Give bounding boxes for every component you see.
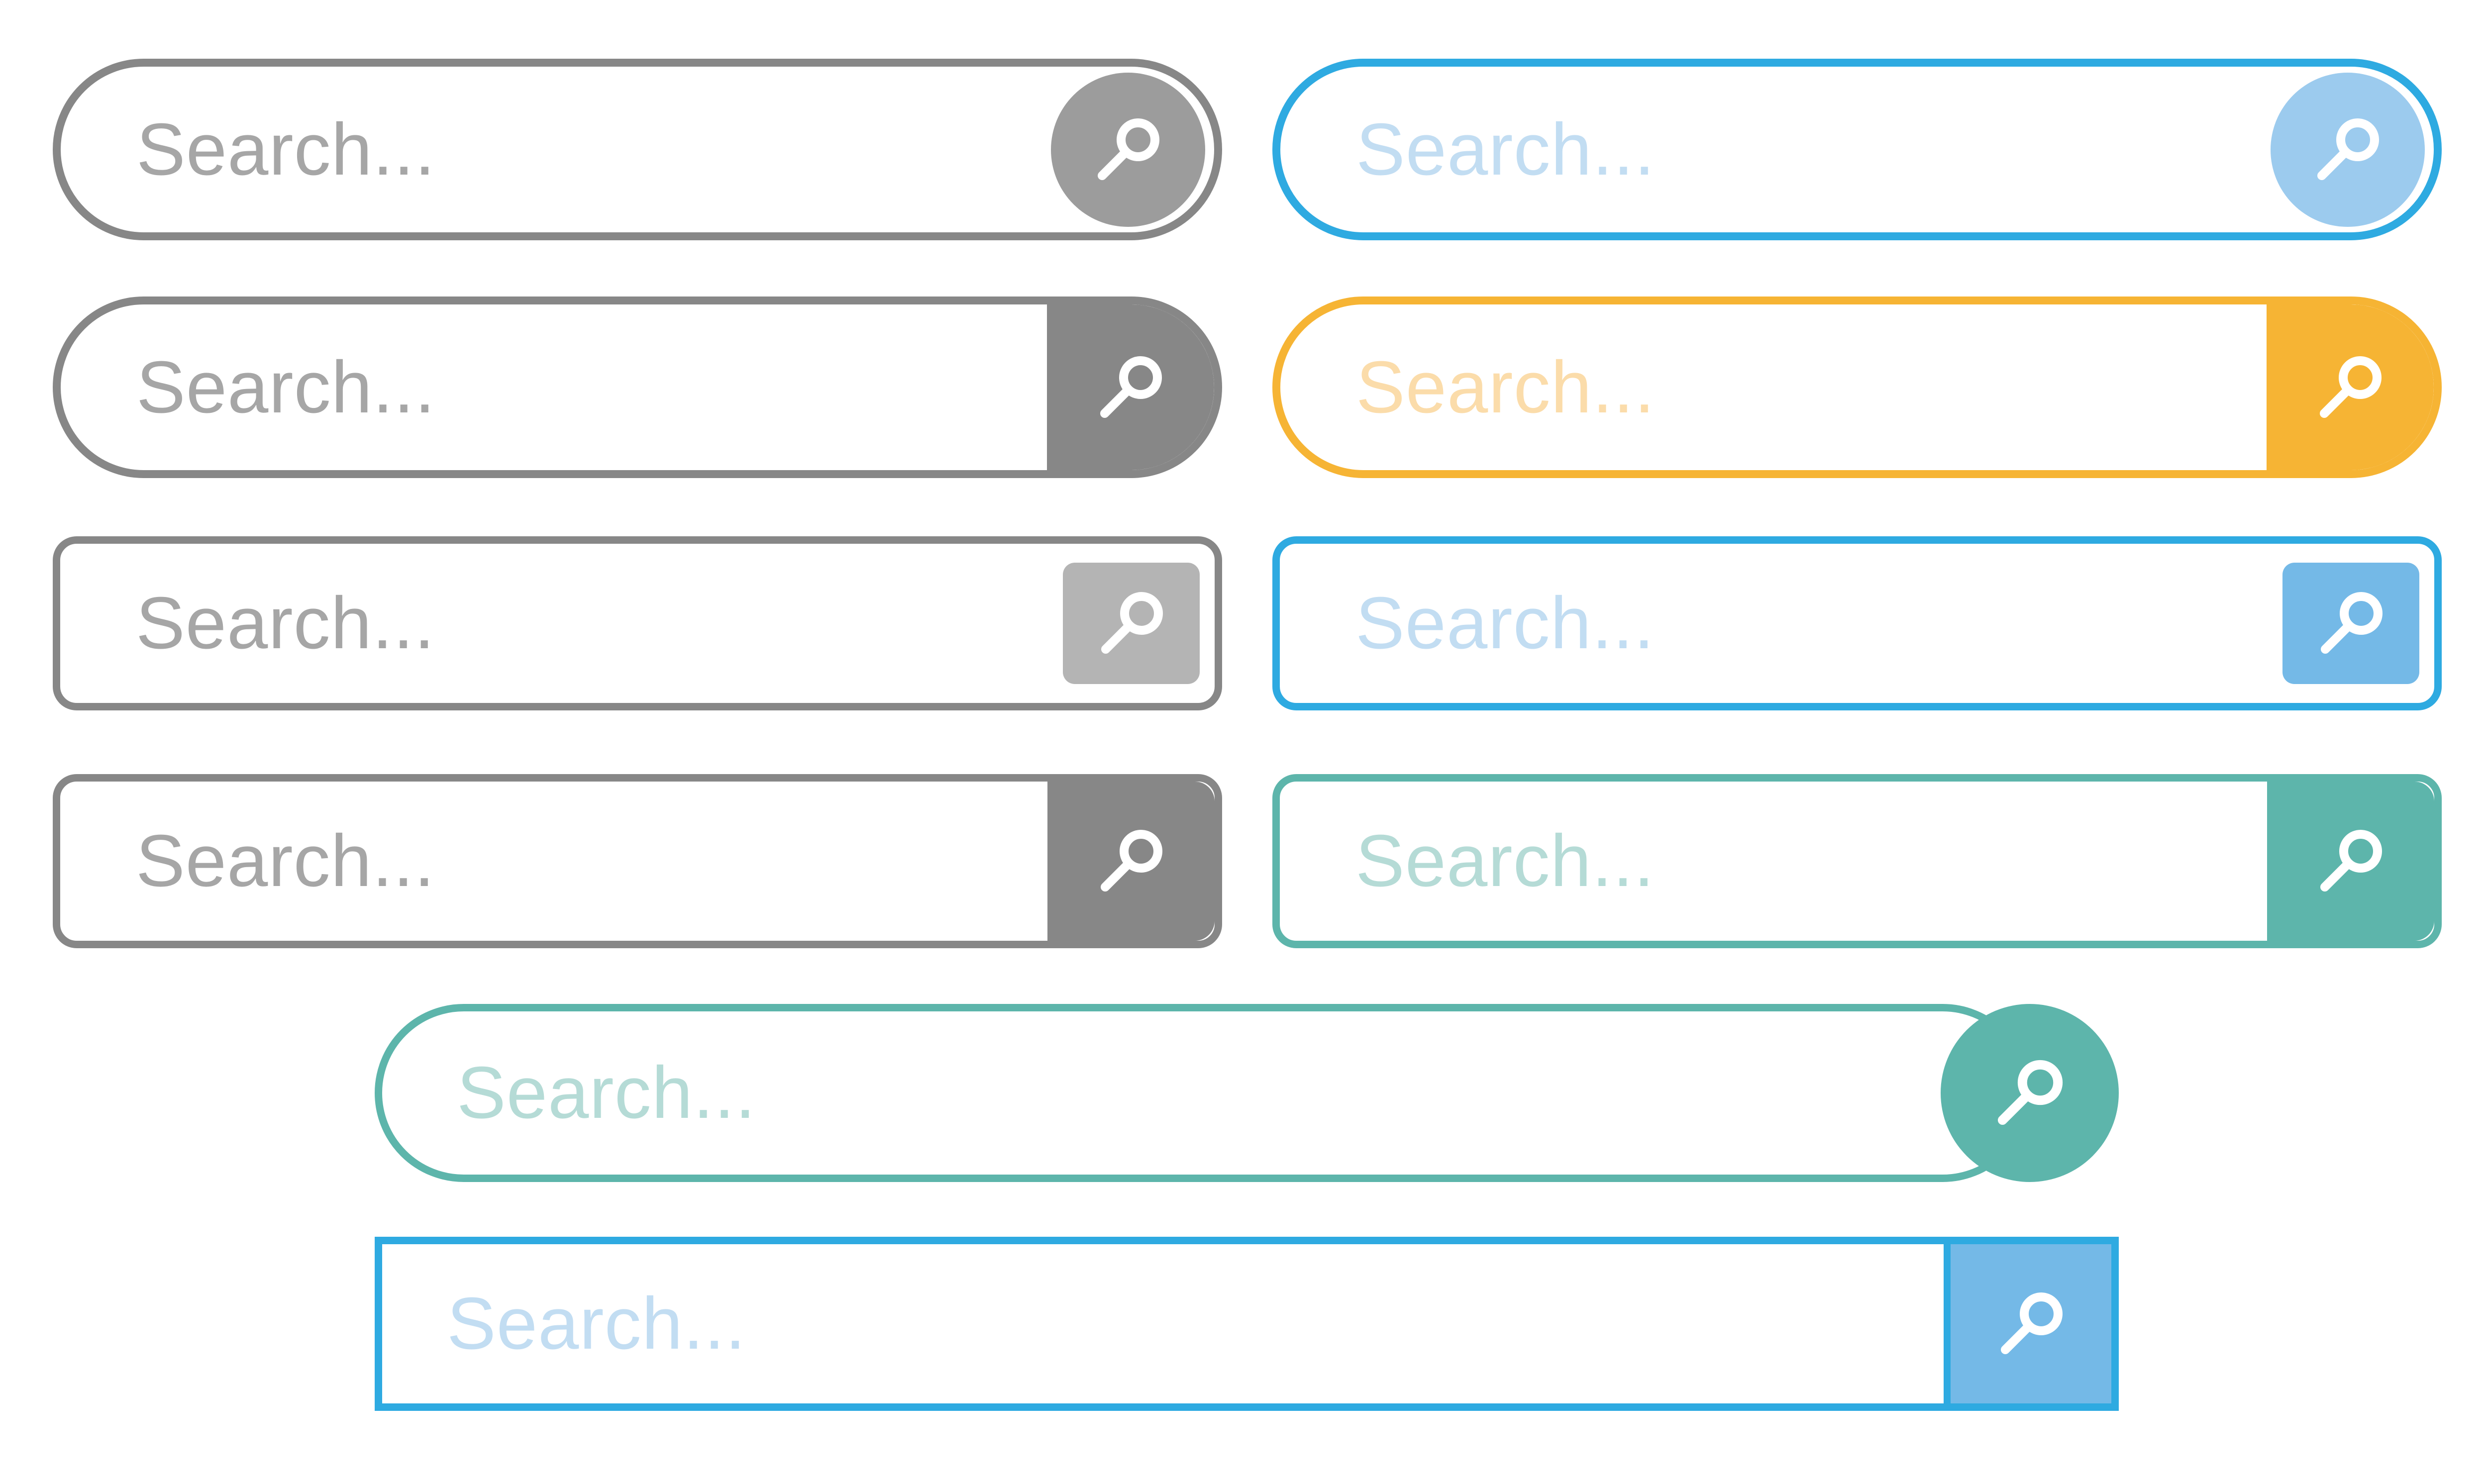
search-bar-10[interactable]: Search... xyxy=(375,1237,2119,1411)
search-bar-4[interactable]: Search... xyxy=(1272,297,2442,478)
search-input-placeholder[interactable]: Search... xyxy=(1355,587,1655,660)
search-bar-3[interactable]: Search... xyxy=(53,297,1222,478)
search-bar-7[interactable]: Search... xyxy=(53,774,1222,948)
search-input-placeholder[interactable]: Search... xyxy=(136,587,435,660)
search-input-placeholder[interactable]: Search... xyxy=(1356,350,1655,424)
search-icon xyxy=(2317,118,2379,180)
search-button[interactable] xyxy=(2267,304,2434,470)
search-input-placeholder[interactable]: Search... xyxy=(136,350,435,424)
search-icon xyxy=(1098,118,1159,180)
search-button[interactable] xyxy=(2267,782,2434,941)
search-bar-9[interactable]: Search... xyxy=(375,1004,2119,1182)
search-button[interactable] xyxy=(1051,72,1205,227)
search-button[interactable] xyxy=(1941,1004,2119,1182)
search-button[interactable] xyxy=(2271,72,2425,227)
search-input-placeholder[interactable]: Search... xyxy=(136,824,435,898)
search-button[interactable] xyxy=(1047,782,1215,941)
search-bar-5[interactable]: Search... xyxy=(53,536,1222,710)
search-icon xyxy=(1101,830,1162,891)
search-input-placeholder[interactable]: Search... xyxy=(457,1056,756,1130)
search-button[interactable] xyxy=(1944,1244,2111,1403)
search-icon xyxy=(2320,830,2382,891)
search-input-placeholder[interactable]: Search... xyxy=(1356,112,1655,187)
search-bar-8[interactable]: Search... xyxy=(1272,774,2442,948)
search-bar-2[interactable]: Search... xyxy=(1272,59,2442,240)
search-icon xyxy=(2320,592,2383,654)
search-input-placeholder[interactable]: Search... xyxy=(1355,824,1655,898)
search-bar-1[interactable]: Search... xyxy=(53,59,1222,240)
search-input-placeholder[interactable]: Search... xyxy=(136,112,435,187)
search-button[interactable] xyxy=(1063,563,1200,684)
search-icon xyxy=(1997,1060,2063,1125)
search-icon xyxy=(2320,356,2382,418)
search-icon xyxy=(1101,592,1163,654)
search-button[interactable] xyxy=(2282,563,2419,684)
search-input-placeholder[interactable]: Search... xyxy=(447,1287,746,1361)
search-button[interactable] xyxy=(1047,304,1214,470)
search-icon xyxy=(2000,1292,2063,1354)
search-bar-6[interactable]: Search... xyxy=(1272,536,2442,710)
search-icon xyxy=(1100,356,1162,418)
